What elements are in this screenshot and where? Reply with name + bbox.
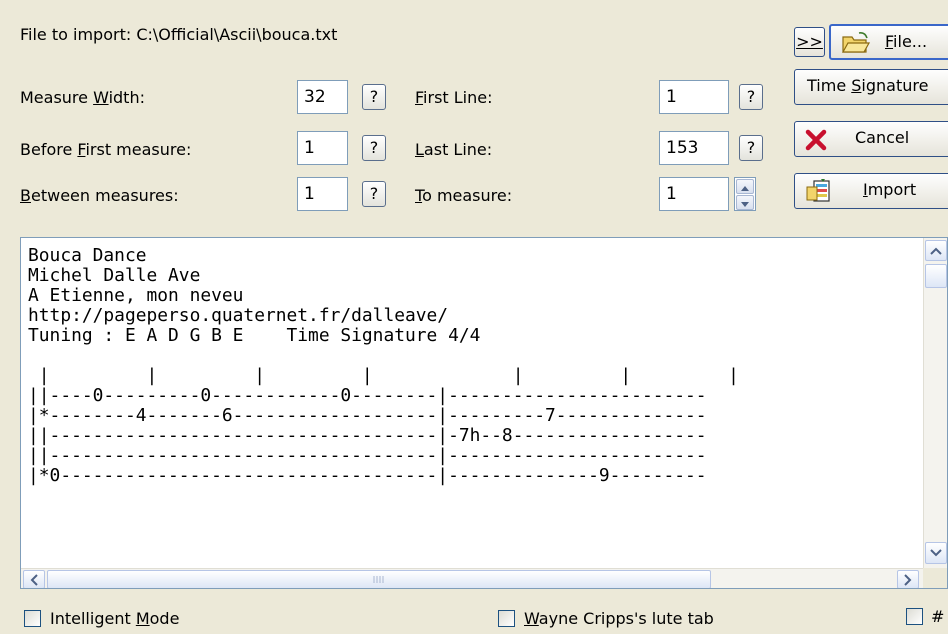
chevron-left-icon (30, 573, 38, 586)
chevron-down-icon (930, 549, 942, 557)
scroll-corner (923, 568, 947, 588)
scroll-up-button[interactable] (925, 240, 947, 261)
folder-open-icon (841, 32, 871, 53)
scroll-down-button[interactable] (925, 542, 947, 564)
to-measure-spinner[interactable] (734, 177, 756, 211)
before-first-measure-label: Before First measure: (20, 140, 192, 159)
first-line-input[interactable]: 1 (659, 80, 729, 114)
spin-up-button[interactable] (736, 179, 754, 194)
wayne-cripps-checkbox[interactable] (498, 610, 515, 627)
horizontal-scrollbar[interactable] (21, 568, 923, 588)
expand-button[interactable]: >> (794, 27, 825, 57)
vertical-scroll-thumb[interactable] (925, 264, 947, 288)
horizontal-scroll-thumb[interactable] (47, 570, 711, 588)
import-document-icon (806, 179, 830, 202)
spin-down-button[interactable] (736, 195, 754, 210)
scroll-left-button[interactable] (23, 570, 45, 588)
file-button[interactable]: File... (829, 24, 948, 60)
vertical-scrollbar[interactable] (923, 238, 947, 568)
third-option-checkbox[interactable] (906, 608, 923, 625)
third-option-label: # (931, 607, 945, 626)
chevron-right-icon (904, 573, 912, 586)
measure-width-help-button[interactable]: ? (362, 84, 386, 110)
chevron-up-icon (930, 247, 942, 255)
time-signature-button[interactable]: Time Signature (794, 69, 948, 105)
to-measure-input[interactable]: 1 (659, 177, 729, 211)
between-measures-label: Between measures: (20, 186, 179, 205)
cancel-button[interactable]: Cancel (794, 121, 948, 157)
to-measure-label: To measure: (415, 186, 513, 205)
between-measures-input[interactable]: 1 (297, 177, 348, 211)
measure-width-label: Measure Width: (20, 88, 145, 107)
red-x-icon (805, 129, 827, 151)
import-button-label: Import (863, 180, 917, 199)
measure-width-input[interactable]: 32 (297, 80, 348, 114)
file-preview-textarea[interactable]: Bouca Dance Michel Dalle Ave A Etienne, … (20, 237, 948, 589)
last-line-input[interactable]: 153 (659, 131, 729, 165)
between-measures-help-button[interactable]: ? (362, 181, 386, 207)
before-first-measure-help-button[interactable]: ? (362, 135, 386, 161)
file-button-label: File... (885, 32, 928, 51)
grip-icon (373, 576, 384, 583)
time-signature-label: Time Signature (807, 76, 929, 95)
first-line-label: First Line: (415, 88, 493, 107)
intelligent-mode-checkbox[interactable] (24, 610, 41, 627)
import-button[interactable]: Import (794, 173, 948, 209)
last-line-help-button[interactable]: ? (739, 135, 763, 161)
file-preview-text: Bouca Dance Michel Dalle Ave A Etienne, … (28, 245, 739, 486)
arrow-up-icon (741, 186, 749, 191)
intelligent-mode-label: Intelligent Mode (50, 609, 180, 628)
wayne-cripps-label: Wayne Cripps's lute tab (524, 609, 714, 628)
file-to-import-label: File to import: C:\Official\Ascii\bouca.… (20, 25, 338, 44)
last-line-label: Last Line: (415, 140, 493, 159)
first-line-help-button[interactable]: ? (739, 84, 763, 110)
cancel-button-label: Cancel (855, 128, 910, 147)
arrow-down-icon (741, 202, 749, 207)
import-dialog: { "file_import": {"label": "File to impo… (0, 0, 948, 634)
before-first-measure-input[interactable]: 1 (297, 131, 348, 165)
scroll-right-button[interactable] (897, 570, 919, 588)
